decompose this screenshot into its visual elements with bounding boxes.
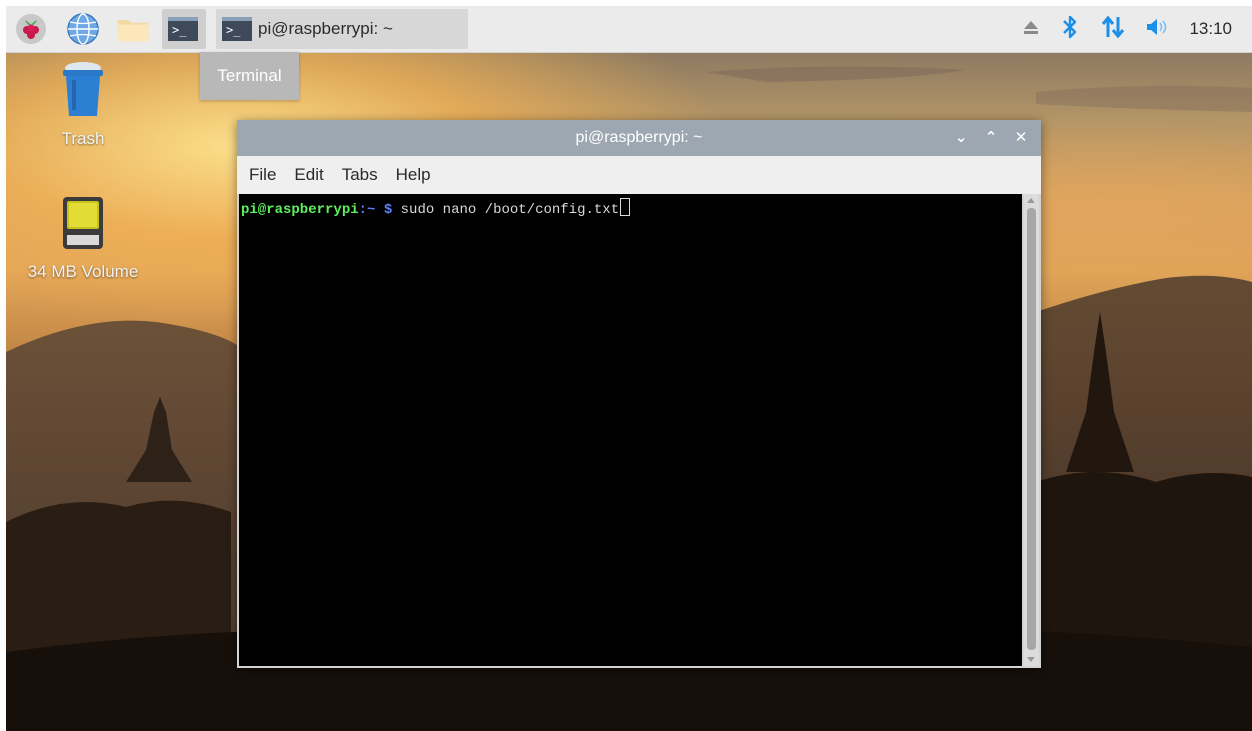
window-title: pi@raspberrypi: ~: [575, 129, 703, 146]
file-manager-launcher[interactable]: [116, 12, 150, 46]
terminal-icon: >_: [168, 17, 198, 41]
terminal-scrollbar[interactable]: [1024, 194, 1039, 666]
globe-icon: [67, 13, 99, 45]
menu-tabs[interactable]: Tabs: [340, 163, 380, 187]
window-titlebar[interactable]: pi@raspberrypi: ~ ⌄ ⌃ ✕: [237, 120, 1041, 156]
drive-icon: [63, 197, 103, 249]
terminal-launcher[interactable]: >_: [162, 9, 206, 49]
prompt-separator: :: [358, 202, 368, 218]
text-cursor: [620, 198, 631, 216]
prompt-user-host: pi@raspberrypi: [241, 202, 359, 218]
web-browser-launcher[interactable]: [66, 12, 100, 46]
bluetooth-icon[interactable]: [1061, 14, 1079, 45]
maximize-button[interactable]: ⌃: [981, 127, 1001, 147]
menu-button[interactable]: [14, 12, 48, 46]
trash-icon: [63, 62, 103, 116]
raspberry-menu-icon: [16, 14, 46, 44]
menu-bar: File Edit Tabs Help: [237, 156, 1041, 194]
close-button[interactable]: ✕: [1011, 127, 1031, 147]
network-icon[interactable]: [1101, 15, 1125, 44]
volume-icon[interactable]: [1145, 17, 1171, 42]
desktop-screen: Trash 34 MB Volume pi@raspberrypi: ~ ⌄ ⌃…: [6, 0, 1252, 731]
tooltip: Terminal: [200, 52, 299, 100]
folder-icon: [117, 20, 149, 42]
menu-help[interactable]: Help: [394, 163, 433, 187]
typed-command: sudo nano /boot/config.txt: [400, 202, 620, 218]
desktop-icon-label: Trash: [61, 129, 105, 148]
window-controls: ⌄ ⌃ ✕: [951, 127, 1031, 147]
clock[interactable]: 13:10: [1189, 19, 1232, 39]
system-tray: 13:10: [1023, 6, 1252, 52]
scroll-down-icon[interactable]: [1027, 657, 1035, 662]
taskbar-button-label: pi@raspberrypi: ~: [258, 19, 393, 38]
menu-file[interactable]: File: [247, 163, 278, 187]
desktop-icon-trash[interactable]: Trash: [8, 60, 158, 149]
prompt-path: ~: [367, 202, 376, 218]
top-panel: >_ >_ pi@raspberrypi: ~ 13:10: [6, 6, 1252, 53]
prompt-line: pi@raspberrypi:~ $ sudo nano /boot/confi…: [241, 198, 631, 218]
terminal-window: pi@raspberrypi: ~ ⌄ ⌃ ✕ File Edit Tabs H…: [237, 120, 1041, 668]
terminal-icon: >_: [222, 17, 252, 41]
scroll-up-icon[interactable]: [1027, 198, 1035, 203]
desktop-icon-volume[interactable]: 34 MB Volume: [8, 195, 158, 282]
terminal-output[interactable]: pi@raspberrypi:~ $ sudo nano /boot/confi…: [239, 194, 1022, 666]
eject-icon[interactable]: [1023, 19, 1039, 40]
menu-edit[interactable]: Edit: [292, 163, 325, 187]
desktop-icon-label: 34 MB Volume: [27, 262, 139, 281]
taskbar-button-terminal[interactable]: >_ pi@raspberrypi: ~: [216, 9, 468, 49]
scrollbar-thumb[interactable]: [1027, 208, 1036, 650]
minimize-button[interactable]: ⌄: [951, 127, 971, 147]
prompt-symbol: $: [383, 202, 393, 218]
